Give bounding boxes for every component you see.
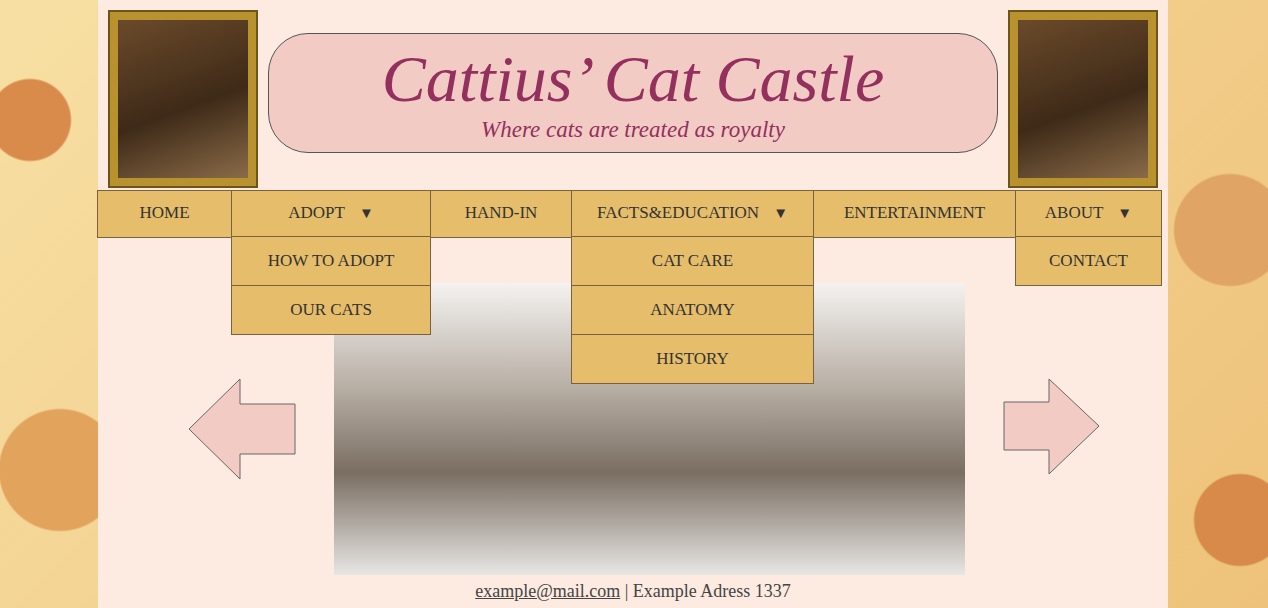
- dropdown-menu: HOW TO ADOPTOUR CATS: [231, 237, 431, 335]
- nav-item[interactable]: ABOUT▼CONTACT: [1015, 190, 1162, 238]
- left-painting: [108, 10, 258, 188]
- dropdown-caret-icon: ▼: [773, 203, 788, 222]
- nav-item[interactable]: ENTERTAINMENT: [813, 190, 1016, 238]
- email-link[interactable]: example@mail.com: [475, 581, 620, 601]
- nav-label: HOME: [139, 203, 189, 223]
- nav-item[interactable]: HOME: [97, 190, 232, 238]
- title-banner: Cattius’ Cat CastleWhere cats are treate…: [268, 33, 998, 153]
- nav-item[interactable]: HAND-IN: [430, 190, 572, 238]
- next-arrow[interactable]: [1003, 378, 1100, 480]
- right-painting: [1008, 10, 1158, 188]
- nav-item[interactable]: ADOPT▼HOW TO ADOPTOUR CATS: [231, 190, 431, 238]
- nav-label: ADOPT: [288, 203, 345, 223]
- footer-separator: |: [625, 581, 629, 601]
- previous-arrow-icon: [188, 378, 296, 480]
- footer-address: Example Adress 1337: [633, 581, 791, 601]
- nav-label: FACTS&EDUCATION: [597, 203, 759, 223]
- dropdown-item[interactable]: ANATOMY: [571, 285, 814, 335]
- nav-label: ABOUT: [1045, 203, 1104, 223]
- site-subtitle: Where cats are treated as royalty: [481, 116, 785, 144]
- dropdown-item[interactable]: OUR CATS: [231, 285, 431, 335]
- footer: example@mail.com | Example Adress 1337: [98, 575, 1168, 602]
- dropdown-item[interactable]: CAT CARE: [571, 236, 814, 286]
- dropdown-menu: CONTACT: [1015, 237, 1162, 286]
- next-arrow-icon: [1003, 378, 1100, 480]
- dropdown-item[interactable]: HISTORY: [571, 334, 814, 384]
- dropdown-caret-icon: ▼: [359, 203, 374, 222]
- nav-label: HAND-IN: [465, 203, 538, 223]
- dropdown-item[interactable]: CONTACT: [1015, 236, 1162, 286]
- previous-arrow[interactable]: [188, 378, 296, 480]
- dropdown-menu: CAT CAREANATOMYHISTORY: [571, 237, 814, 384]
- dropdown-caret-icon: ▼: [1117, 203, 1132, 222]
- nav-item[interactable]: FACTS&EDUCATION▼CAT CAREANATOMYHISTORY: [571, 190, 814, 238]
- dropdown-item[interactable]: HOW TO ADOPT: [231, 236, 431, 286]
- page-panel: Cattius’ Cat CastleWhere cats are treate…: [98, 0, 1168, 608]
- header: Cattius’ Cat CastleWhere cats are treate…: [98, 0, 1168, 190]
- nav-label: ENTERTAINMENT: [844, 203, 985, 223]
- site-title: Cattius’ Cat Castle: [382, 43, 884, 116]
- nav-bar: HOMEADOPT▼HOW TO ADOPTOUR CATSHAND-INFAC…: [98, 190, 1168, 238]
